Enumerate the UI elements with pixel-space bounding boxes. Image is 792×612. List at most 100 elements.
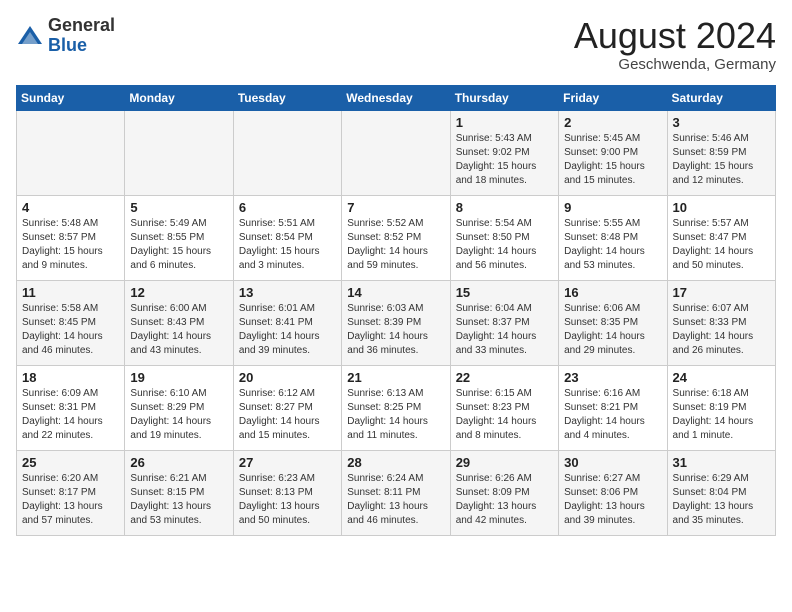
day-info: Sunrise: 6:01 AMSunset: 8:41 PMDaylight:…: [239, 302, 336, 358]
day-info: Sunrise: 5:55 AMSunset: 8:48 PMDaylight:…: [564, 217, 661, 273]
day-info: Sunrise: 5:46 AMSunset: 8:59 PMDaylight:…: [673, 132, 770, 188]
day-info: Sunrise: 5:58 AMSunset: 8:45 PMDaylight:…: [22, 302, 119, 358]
day-info: Sunrise: 6:29 AMSunset: 8:04 PMDaylight:…: [673, 472, 770, 528]
calendar-day-12: 12Sunrise: 6:00 AMSunset: 8:43 PMDayligh…: [125, 280, 233, 365]
calendar-day-17: 17 Sunrise: 6:07 AMSunset: 8:33 PMDayligh…: [667, 280, 775, 365]
calendar-day-20: 20Sunrise: 6:12 AMSunset: 8:27 PMDayligh…: [233, 365, 341, 450]
day-info: Sunrise: 6:16 AMSunset: 8:21 PMDaylight:…: [564, 387, 661, 443]
calendar-day-3: 3 Sunrise: 5:46 AMSunset: 8:59 PMDaylight…: [667, 110, 775, 195]
day-info: Sunrise: 6:10 AMSunset: 8:29 PMDaylight:…: [130, 387, 227, 443]
day-number: 31: [673, 455, 770, 470]
day-number: 17: [673, 285, 770, 300]
day-number: 28: [347, 455, 444, 470]
day-info: Sunrise: 6:18 AMSunset: 8:19 PMDaylight:…: [673, 387, 770, 443]
calendar-day-9: 9 Sunrise: 5:55 AMSunset: 8:48 PMDaylight…: [559, 195, 667, 280]
calendar-empty-cell: [17, 110, 125, 195]
day-number: 4: [22, 200, 119, 215]
calendar-day-27: 27Sunrise: 6:23 AMSunset: 8:13 PMDayligh…: [233, 450, 341, 535]
day-info: Sunrise: 6:15 AMSunset: 8:23 PMDaylight:…: [456, 387, 553, 443]
page-header: General Blue August 2024 Geschwenda, Ger…: [16, 16, 776, 73]
day-number: 21: [347, 370, 444, 385]
day-info: Sunrise: 5:51 AMSunset: 8:54 PMDaylight:…: [239, 217, 336, 273]
calendar-day-29: 29Sunrise: 6:26 AMSunset: 8:09 PMDayligh…: [450, 450, 558, 535]
calendar-day-19: 19Sunrise: 6:10 AMSunset: 8:29 PMDayligh…: [125, 365, 233, 450]
calendar-week-row: 4 Sunrise: 5:48 AMSunset: 8:57 PMDaylight…: [17, 195, 776, 280]
day-number: 7: [347, 200, 444, 215]
weekday-saturday: Saturday: [667, 85, 775, 110]
calendar-day-5: 5 Sunrise: 5:49 AMSunset: 8:55 PMDaylight…: [125, 195, 233, 280]
day-info: Sunrise: 6:12 AMSunset: 8:27 PMDaylight:…: [239, 387, 336, 443]
calendar-day-10: 10 Sunrise: 5:57 AMSunset: 8:47 PMDayligh…: [667, 195, 775, 280]
day-number: 5: [130, 200, 227, 215]
day-number: 24: [673, 370, 770, 385]
day-number: 13: [239, 285, 336, 300]
weekday-wednesday: Wednesday: [342, 85, 450, 110]
day-number: 22: [456, 370, 553, 385]
calendar-day-16: 16Sunrise: 6:06 AMSunset: 8:35 PMDayligh…: [559, 280, 667, 365]
weekday-thursday: Thursday: [450, 85, 558, 110]
calendar-day-6: 6 Sunrise: 5:51 AMSunset: 8:54 PMDaylight…: [233, 195, 341, 280]
calendar-day-14: 14 Sunrise: 6:03 AMSunset: 8:39 PMDayligh…: [342, 280, 450, 365]
calendar-header: SundayMondayTuesdayWednesdayThursdayFrid…: [17, 85, 776, 110]
day-number: 27: [239, 455, 336, 470]
calendar-day-21: 21 Sunrise: 6:13 AMSunset: 8:25 PMDayligh…: [342, 365, 450, 450]
calendar-day-1: 1Sunrise: 5:43 AMSunset: 9:02 PMDaylight…: [450, 110, 558, 195]
weekday-friday: Friday: [559, 85, 667, 110]
calendar-day-2: 2Sunrise: 5:45 AMSunset: 9:00 PMDaylight…: [559, 110, 667, 195]
day-info: Sunrise: 5:43 AMSunset: 9:02 PMDaylight:…: [456, 132, 553, 188]
day-info: Sunrise: 6:13 AMSunset: 8:25 PMDaylight:…: [347, 387, 444, 443]
day-info: Sunrise: 6:07 AMSunset: 8:33 PMDaylight:…: [673, 302, 770, 358]
calendar-day-4: 4 Sunrise: 5:48 AMSunset: 8:57 PMDaylight…: [17, 195, 125, 280]
calendar-empty-cell: [342, 110, 450, 195]
day-number: 30: [564, 455, 661, 470]
day-number: 26: [130, 455, 227, 470]
day-info: Sunrise: 5:48 AMSunset: 8:57 PMDaylight:…: [22, 217, 119, 273]
calendar-empty-cell: [125, 110, 233, 195]
day-info: Sunrise: 6:26 AMSunset: 8:09 PMDaylight:…: [456, 472, 553, 528]
logo-blue-text: Blue: [48, 36, 115, 56]
day-info: Sunrise: 6:04 AMSunset: 8:37 PMDaylight:…: [456, 302, 553, 358]
calendar-day-11: 11Sunrise: 5:58 AMSunset: 8:45 PMDayligh…: [17, 280, 125, 365]
day-info: Sunrise: 6:20 AMSunset: 8:17 PMDaylight:…: [22, 472, 119, 528]
calendar-day-25: 25Sunrise: 6:20 AMSunset: 8:17 PMDayligh…: [17, 450, 125, 535]
day-number: 6: [239, 200, 336, 215]
calendar-day-22: 22 Sunrise: 6:15 AMSunset: 8:23 PMDayligh…: [450, 365, 558, 450]
calendar-day-30: 30Sunrise: 6:27 AMSunset: 8:06 PMDayligh…: [559, 450, 667, 535]
calendar-day-23: 23 Sunrise: 6:16 AMSunset: 8:21 PMDayligh…: [559, 365, 667, 450]
title-block: August 2024 Geschwenda, Germany: [574, 16, 776, 73]
calendar-table: SundayMondayTuesdayWednesdayThursdayFrid…: [16, 85, 776, 536]
day-info: Sunrise: 6:21 AMSunset: 8:15 PMDaylight:…: [130, 472, 227, 528]
day-info: Sunrise: 5:45 AMSunset: 9:00 PMDaylight:…: [564, 132, 661, 188]
calendar-week-row: 11Sunrise: 5:58 AMSunset: 8:45 PMDayligh…: [17, 280, 776, 365]
day-number: 18: [22, 370, 119, 385]
calendar-body: 1Sunrise: 5:43 AMSunset: 9:02 PMDaylight…: [17, 110, 776, 535]
calendar-day-15: 15 Sunrise: 6:04 AMSunset: 8:37 PMDayligh…: [450, 280, 558, 365]
day-info: Sunrise: 6:03 AMSunset: 8:39 PMDaylight:…: [347, 302, 444, 358]
day-info: Sunrise: 5:49 AMSunset: 8:55 PMDaylight:…: [130, 217, 227, 273]
day-number: 10: [673, 200, 770, 215]
calendar-day-13: 13 Sunrise: 6:01 AMSunset: 8:41 PMDayligh…: [233, 280, 341, 365]
weekday-tuesday: Tuesday: [233, 85, 341, 110]
day-number: 15: [456, 285, 553, 300]
calendar-day-24: 24 Sunrise: 6:18 AMSunset: 8:19 PMDayligh…: [667, 365, 775, 450]
day-number: 16: [564, 285, 661, 300]
day-number: 23: [564, 370, 661, 385]
day-info: Sunrise: 5:54 AMSunset: 8:50 PMDaylight:…: [456, 217, 553, 273]
weekday-header-row: SundayMondayTuesdayWednesdayThursdayFrid…: [17, 85, 776, 110]
logo: General Blue: [16, 16, 115, 56]
month-title: August 2024: [574, 16, 776, 56]
weekday-sunday: Sunday: [17, 85, 125, 110]
weekday-monday: Monday: [125, 85, 233, 110]
calendar-week-row: 25Sunrise: 6:20 AMSunset: 8:17 PMDayligh…: [17, 450, 776, 535]
calendar-day-8: 8Sunrise: 5:54 AMSunset: 8:50 PMDaylight…: [450, 195, 558, 280]
day-number: 3: [673, 115, 770, 130]
day-info: Sunrise: 5:57 AMSunset: 8:47 PMDaylight:…: [673, 217, 770, 273]
day-number: 14: [347, 285, 444, 300]
calendar-day-18: 18Sunrise: 6:09 AMSunset: 8:31 PMDayligh…: [17, 365, 125, 450]
logo-text: General Blue: [48, 16, 115, 56]
calendar-day-7: 7Sunrise: 5:52 AMSunset: 8:52 PMDaylight…: [342, 195, 450, 280]
calendar-week-row: 1Sunrise: 5:43 AMSunset: 9:02 PMDaylight…: [17, 110, 776, 195]
logo-general-text: General: [48, 16, 115, 36]
day-number: 9: [564, 200, 661, 215]
location: Geschwenda, Germany: [574, 56, 776, 73]
